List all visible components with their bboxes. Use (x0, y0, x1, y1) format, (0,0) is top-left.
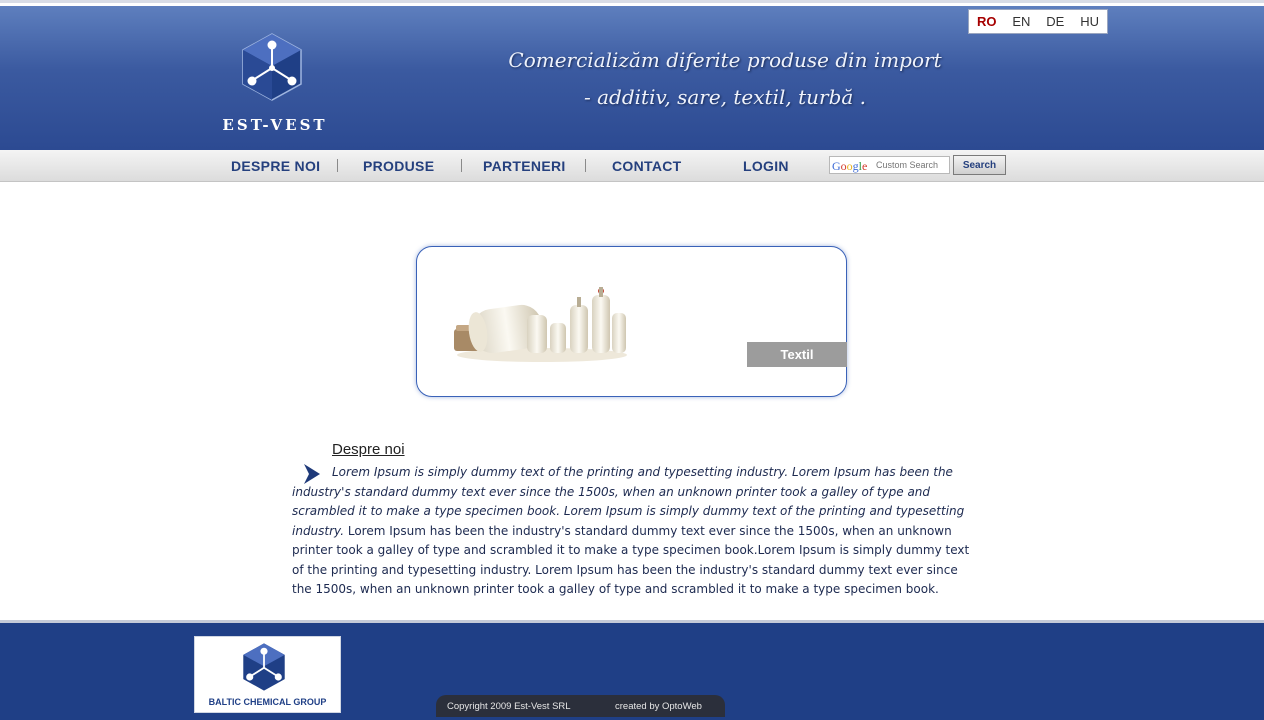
textile-spools-icon (454, 287, 627, 362)
logo-cube-icon (242, 33, 302, 101)
nav-despre-noi[interactable]: DESPRE NOI (231, 158, 320, 174)
language-switcher: RO EN DE HU (968, 9, 1108, 34)
created-by-link[interactable]: created by OptoWeb (615, 695, 702, 719)
nav-login[interactable]: LOGIN (743, 158, 789, 174)
main-nav: DESPRE NOI PRODUSE PARTENERI CONTACT LOG… (0, 150, 1264, 182)
logo-text: EST-VEST (222, 116, 328, 134)
nav-separator (337, 159, 338, 172)
feature-banner (416, 246, 847, 397)
search-button[interactable]: Search (953, 155, 1006, 175)
google-logo-icon: Google (832, 159, 868, 173)
nav-separator (461, 159, 462, 172)
section-title-despre-noi[interactable]: Despre noi (332, 441, 405, 458)
about-text-regular: Lorem Ipsum has been the industry's stan… (292, 523, 970, 597)
about-paragraph: Lorem Ipsum is simply dummy text of the … (292, 463, 980, 600)
lang-ro-link[interactable]: RO (977, 14, 997, 29)
header-tagline: Comercializăm diferite produse din impor… (480, 42, 970, 116)
partner-text: BALTIC CHEMICAL GROUP (208, 697, 327, 707)
lang-hu-link[interactable]: HU (1080, 14, 1099, 29)
copyright-text: Copyright 2009 Est-Vest SRL (447, 701, 571, 712)
nav-parteneri[interactable]: PARTENERI (483, 158, 566, 174)
copyright-bar: Copyright 2009 Est-Vest SRL created by O… (436, 695, 725, 717)
baltic-chemical-group-logo[interactable]: BALTIC CHEMICAL GROUP (194, 636, 341, 713)
tagline-line2: - additiv, sare, textil, turbă . (583, 85, 867, 109)
lang-de-link[interactable]: DE (1046, 14, 1064, 29)
lang-en-link[interactable]: EN (1012, 14, 1030, 29)
est-vest-logo[interactable]: EST-VEST (205, 30, 345, 140)
nav-separator (585, 159, 586, 172)
nav-contact[interactable]: CONTACT (612, 158, 682, 174)
partner-cube-icon (243, 643, 285, 691)
tagline-line1: Comercializăm diferite produse din impor… (508, 48, 942, 72)
feature-label-textil[interactable]: Textil (747, 342, 847, 367)
nav-produse[interactable]: PRODUSE (363, 158, 434, 174)
